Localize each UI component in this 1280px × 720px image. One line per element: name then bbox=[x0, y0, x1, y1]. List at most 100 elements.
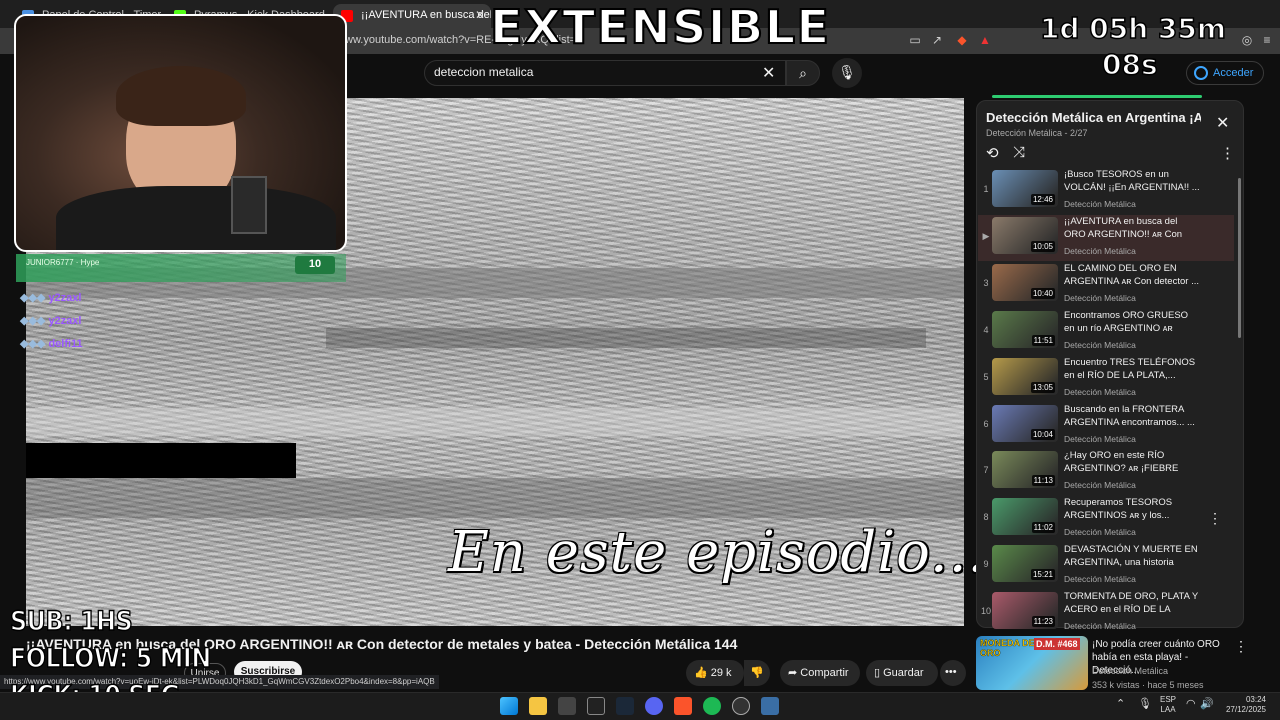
voice-search-button[interactable]: 🎙 bbox=[832, 58, 862, 88]
microphone-tray-icon[interactable]: 🎙 bbox=[1138, 697, 1152, 710]
playlist-item[interactable]: ▶ 10:05 ¡¡AVENTURA en busca del ORO ARGENT… bbox=[978, 215, 1234, 261]
like-button[interactable]: 👍 29 k bbox=[686, 660, 744, 686]
wifi-icon[interactable]: ◠ bbox=[1186, 697, 1196, 710]
playlist-item-duration: 10:40 bbox=[1030, 288, 1055, 299]
playlist-item-index: 3 bbox=[983, 278, 989, 288]
playlist-item[interactable]: 10 11:23 TORMENTA DE ORO, PLATA Y ACERO en… bbox=[978, 590, 1234, 636]
chat-line: ◆◆◆ y2zaxl bbox=[20, 314, 81, 327]
playlist-item-thumbnail: 11:51 bbox=[992, 311, 1058, 348]
playlist-item-index: 9 bbox=[983, 559, 989, 569]
more-actions-button[interactable]: ••• bbox=[940, 660, 966, 686]
playlist-item-duration: 15:21 bbox=[1030, 569, 1055, 580]
playlist-item[interactable]: 5 13:05 Encuentro TRES TELÉFONOS en el RÍO… bbox=[978, 356, 1234, 402]
subathon-timer-line1: 1d 05h 35m bbox=[1039, 11, 1227, 46]
close-tab-icon[interactable]: ✕ bbox=[475, 8, 485, 22]
clock-time: 03:24 bbox=[1245, 695, 1266, 704]
playlist-item[interactable]: 6 10:04 Buscando en la FRONTERA ARGENTINA … bbox=[978, 403, 1234, 449]
playlist-item-thumbnail: 12:46 bbox=[992, 170, 1058, 207]
webcam-overlay bbox=[14, 14, 347, 252]
save-label: Guardar bbox=[883, 667, 924, 679]
extensible-banner: EXTENSIBLE bbox=[489, 0, 831, 55]
tray-chevron-icon[interactable]: ⌃ bbox=[1116, 697, 1125, 710]
playlist-item-index: 8 bbox=[983, 512, 989, 522]
playlist-item[interactable]: 9 15:21 DEVASTACIÓN Y MUERTE EN ARGENTINA,… bbox=[978, 543, 1234, 589]
cast-icon[interactable]: ▭ bbox=[908, 33, 922, 47]
playlist-item-title: ¿Hay ORO en este RÍO ARGENTINO? ᴀʀ ¡FIEB… bbox=[1064, 450, 1179, 474]
more-icon: ••• bbox=[945, 666, 957, 678]
playlist-item-duration: 10:05 bbox=[1030, 241, 1055, 252]
discord-icon[interactable] bbox=[645, 697, 663, 715]
terminal-icon[interactable] bbox=[558, 697, 576, 715]
obs-icon[interactable] bbox=[732, 697, 750, 715]
thumbnail-badge: D.M. #468 bbox=[1034, 638, 1080, 650]
overlay-progress-bar bbox=[992, 95, 1202, 98]
playlist-subtitle[interactable]: Detección Metálica - 2/27 bbox=[986, 128, 1088, 138]
chat-line: ◆◆◆ delfi11 bbox=[20, 337, 83, 350]
chat-username: y2zaxl bbox=[48, 315, 82, 327]
brave-rewards-icon[interactable]: ▲ bbox=[978, 33, 992, 47]
playlist-item-channel: Detección Metálica bbox=[1064, 480, 1136, 490]
playlist-item[interactable]: 1 12:46 ¡Busco TESOROS en un VOLCÁN! ¡¡En … bbox=[978, 168, 1234, 214]
playlist-item[interactable]: 7 11:13 ¿Hay ORO en este RÍO ARGENTINO? ᴀʀ… bbox=[978, 449, 1234, 495]
playlist-title[interactable]: Detección Metálica en Argentina ¡A... bbox=[986, 110, 1201, 125]
save-button[interactable]: ▯ Guardar bbox=[866, 660, 938, 686]
video-glitch-band bbox=[326, 328, 926, 348]
taskbar-clock[interactable]: 03:24 27/12/2025 bbox=[1210, 695, 1266, 715]
chat-badge-icon: ◆◆◆ bbox=[20, 315, 49, 327]
playlist-item-title: Buscando en la FRONTERA ARGENTINA encont… bbox=[1064, 404, 1195, 428]
steam-icon[interactable] bbox=[616, 697, 634, 715]
clear-search-icon[interactable]: ✕ bbox=[762, 63, 775, 83]
video-glitch-band bbox=[26, 478, 964, 518]
chat-badge-icon: ◆◆◆ bbox=[20, 292, 49, 304]
dislike-button[interactable]: 👎 bbox=[744, 660, 770, 686]
spotify-icon[interactable] bbox=[703, 697, 721, 715]
search-button[interactable]: ⌕ bbox=[786, 60, 820, 86]
playlist-item-duration: 13:05 bbox=[1030, 382, 1055, 393]
brave-shield-icon[interactable]: ◆ bbox=[955, 33, 969, 47]
playlist-item-index: 5 bbox=[983, 372, 989, 382]
playlist-item-thumbnail: 15:21 bbox=[992, 545, 1058, 582]
playlist-item-index: 10 bbox=[980, 606, 991, 616]
app-icon[interactable] bbox=[761, 697, 779, 715]
recommended-meta: 353 k vistas · hace 5 meses bbox=[1092, 680, 1204, 690]
language-indicator[interactable]: ESP LAA bbox=[1160, 695, 1176, 715]
shuffle-icon[interactable]: ⤨ bbox=[1013, 144, 1025, 161]
playlist-item-channel: Detección Metálica bbox=[1064, 434, 1136, 444]
recommended-thumbnail[interactable]: MONEDA DE ORO D.M. #468 bbox=[976, 636, 1088, 690]
sign-in-button[interactable]: Acceder bbox=[1186, 61, 1264, 85]
start-icon[interactable] bbox=[500, 697, 518, 715]
share-button[interactable]: ➦ Compartir bbox=[780, 660, 860, 686]
playlist-item-thumbnail: 11:13 bbox=[992, 451, 1058, 488]
search-icon: ⌕ bbox=[799, 65, 807, 81]
loop-icon[interactable]: ⟲ bbox=[986, 144, 999, 162]
epic-games-icon[interactable] bbox=[587, 697, 605, 715]
close-playlist-icon[interactable]: ✕ bbox=[1216, 113, 1229, 133]
file-explorer-icon[interactable] bbox=[529, 697, 547, 715]
thumbs-up-icon: 👍 bbox=[694, 667, 708, 679]
chat-badge-value: 10 bbox=[308, 258, 322, 270]
recommended-channel[interactable]: Detección Metálica bbox=[1092, 666, 1168, 676]
recommended-more-icon[interactable]: ⋮ bbox=[1234, 638, 1248, 655]
playlist-item-more-icon[interactable]: ⋮ bbox=[1208, 510, 1222, 527]
brave-icon[interactable] bbox=[674, 697, 692, 715]
chat-line: ◆◆◆ y2zaxl bbox=[20, 291, 81, 304]
share-page-icon[interactable]: ↗ bbox=[930, 33, 944, 47]
video-black-block bbox=[26, 443, 296, 478]
shield-icon[interactable]: ◎ bbox=[1240, 33, 1254, 47]
playlist-item-duration: 11:51 bbox=[1031, 335, 1055, 346]
browser-tab-youtube[interactable]: ¡¡AVENTURA en busca del OR ✕ bbox=[333, 4, 491, 28]
streamer-shirt bbox=[56, 186, 336, 250]
playlist-item-title: Encuentro TRES TELÉFONOS en el RÍO DE LA… bbox=[1064, 357, 1196, 381]
chat-username: y2zaxl bbox=[48, 292, 82, 304]
menu-icon[interactable]: ≡ bbox=[1260, 33, 1274, 47]
playlist-item-channel: Detección Metálica bbox=[1064, 293, 1136, 303]
search-query: deteccion metalica bbox=[434, 65, 534, 79]
playlist-item-title: Encontramos ORO GRUESO en un río ARGENTI… bbox=[1064, 310, 1189, 334]
account-icon bbox=[1194, 66, 1208, 80]
playlist-item[interactable]: 3 10:40 EL CAMINO DEL ORO EN ARGENTINA ᴀʀ … bbox=[978, 262, 1234, 308]
streamer-hair bbox=[116, 66, 246, 126]
playlist-item[interactable]: 8 11:02 Recuperamos TESOROS ARGENTINOS ᴀʀ … bbox=[978, 496, 1234, 542]
playlist-scrollbar[interactable] bbox=[1238, 178, 1241, 338]
playlist-more-icon[interactable]: ⋮ bbox=[1220, 144, 1235, 162]
playlist-item[interactable]: 4 11:51 Encontramos ORO GRUESO en un río A… bbox=[978, 309, 1234, 355]
